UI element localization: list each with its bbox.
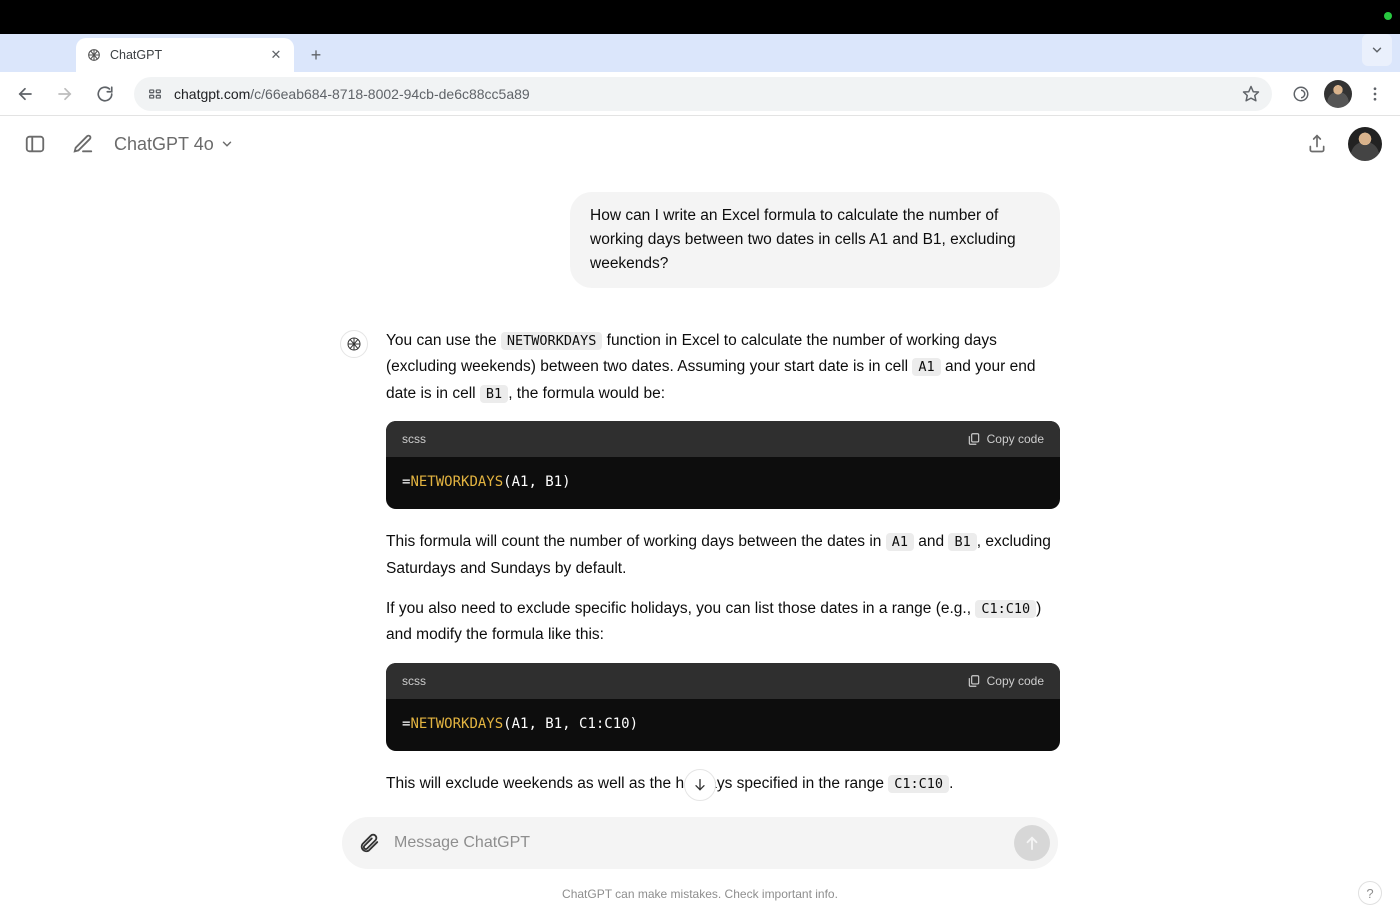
browser-tab-active[interactable]: ChatGPT ✕	[76, 38, 294, 72]
user-message-row: How can I write an Excel formula to calc…	[340, 192, 1060, 288]
tab-overflow-button[interactable]	[1362, 34, 1392, 66]
copy-code-label: Copy code	[987, 429, 1044, 449]
model-selector[interactable]: ChatGPT 4o	[114, 134, 234, 155]
inline-code: B1	[948, 533, 976, 551]
share-icon[interactable]	[1300, 127, 1334, 161]
browser-toolbar: chatgpt.com/c/66eab684-8718-8002-94cb-de…	[0, 72, 1400, 116]
site-settings-icon[interactable]	[146, 85, 164, 103]
browser-tabstrip: ChatGPT ✕ +	[0, 34, 1400, 72]
inline-code: C1:C10	[888, 775, 949, 793]
code-lang-label: scss	[402, 671, 426, 691]
inline-code: NETWORKDAYS	[501, 332, 602, 350]
browser-menu-icon[interactable]	[1358, 77, 1392, 111]
assistant-avatar-icon	[340, 330, 368, 358]
model-label: ChatGPT 4o	[114, 134, 214, 155]
disclaimer-text: ChatGPT can make mistakes. Check importa…	[562, 887, 838, 901]
code-block: scss Copy code =NETWORKDAYS(A1, B1, C1:C…	[386, 663, 1060, 751]
send-button[interactable]	[1014, 825, 1050, 861]
sidebar-toggle-icon[interactable]	[18, 127, 52, 161]
inline-code: A1	[886, 533, 914, 551]
scroll-to-bottom-button[interactable]	[684, 769, 716, 801]
nav-reload-button[interactable]	[88, 77, 122, 111]
os-titlebar	[0, 0, 1400, 34]
clipboard-icon	[967, 432, 981, 446]
help-button[interactable]: ?	[1358, 881, 1382, 905]
clipboard-icon	[967, 674, 981, 688]
composer	[342, 817, 1058, 869]
address-bar[interactable]: chatgpt.com/c/66eab684-8718-8002-94cb-de…	[134, 77, 1272, 111]
footer: ChatGPT can make mistakes. Check importa…	[0, 887, 1400, 911]
inline-code: C1:C10	[975, 600, 1036, 618]
tab-close-icon[interactable]: ✕	[268, 47, 284, 63]
chevron-down-icon	[220, 137, 234, 151]
user-avatar[interactable]	[1348, 127, 1382, 161]
copy-code-button[interactable]: Copy code	[967, 429, 1044, 449]
tab-title: ChatGPT	[110, 48, 260, 62]
code-block: scss Copy code =NETWORKDAYS(A1, B1)	[386, 421, 1060, 509]
status-dot	[1384, 12, 1392, 20]
assistant-message-row: You can use the NETWORKDAYS function in …	[340, 328, 1060, 801]
nav-forward-button[interactable]	[48, 77, 82, 111]
new-chat-icon[interactable]	[66, 127, 100, 161]
app-header: ChatGPT 4o	[0, 116, 1400, 172]
bookmark-star-icon[interactable]	[1242, 85, 1260, 103]
chat-scroll-area[interactable]: How can I write an Excel formula to calc…	[0, 172, 1400, 801]
browser-profile-avatar[interactable]	[1324, 80, 1352, 108]
message-input[interactable]	[394, 834, 1002, 852]
new-tab-button[interactable]: +	[302, 41, 330, 69]
copy-code-button[interactable]: Copy code	[967, 671, 1044, 691]
user-message: How can I write an Excel formula to calc…	[570, 192, 1060, 288]
assistant-message: You can use the NETWORKDAYS function in …	[386, 328, 1060, 801]
copy-code-label: Copy code	[987, 671, 1044, 691]
inline-code: A1	[912, 358, 940, 376]
url-text: chatgpt.com/c/66eab684-8718-8002-94cb-de…	[174, 86, 530, 102]
attach-file-icon[interactable]	[356, 830, 382, 856]
code-lang-label: scss	[402, 429, 426, 449]
nav-back-button[interactable]	[8, 77, 42, 111]
extensions-icon[interactable]	[1284, 77, 1318, 111]
favicon-chatgpt-icon	[86, 47, 102, 63]
inline-code: B1	[480, 385, 508, 403]
composer-area	[0, 801, 1400, 887]
